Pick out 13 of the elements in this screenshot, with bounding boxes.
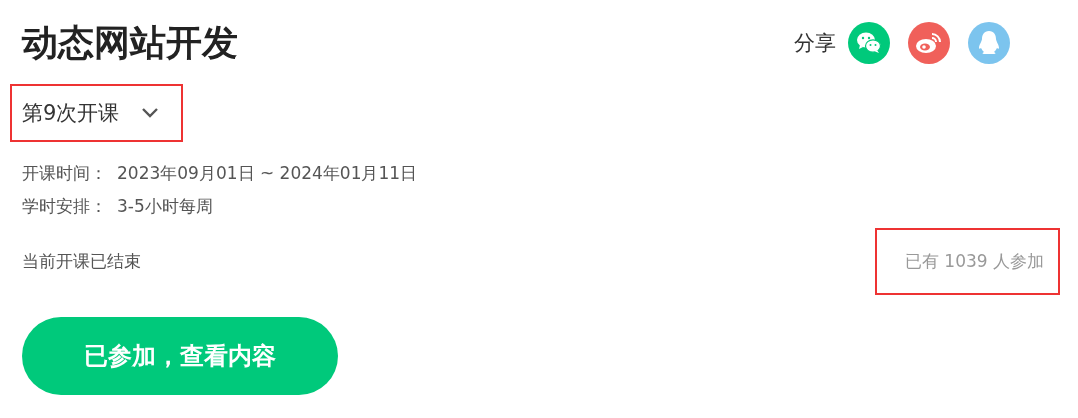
wechat-icon[interactable] — [848, 22, 890, 64]
course-title: 动态网站开发 — [22, 20, 238, 65]
info-label: 学时安排： — [22, 195, 107, 218]
share-label: 分享 — [794, 30, 836, 57]
status-text: 当前开课已结束 — [22, 250, 141, 273]
info-label: 开课时间： — [22, 162, 107, 185]
chevron-down-icon — [141, 107, 160, 119]
session-dropdown[interactable]: 第9次开课 — [10, 84, 184, 142]
info-value: 2023年09月01日 ~ 2024年01月11日 — [117, 162, 418, 185]
participant-count: 已有 1039 人参加 — [874, 228, 1060, 295]
info-value: 3-5小时每周 — [117, 195, 213, 218]
weibo-icon[interactable] — [908, 22, 950, 64]
penguin-icon[interactable] — [968, 22, 1010, 64]
